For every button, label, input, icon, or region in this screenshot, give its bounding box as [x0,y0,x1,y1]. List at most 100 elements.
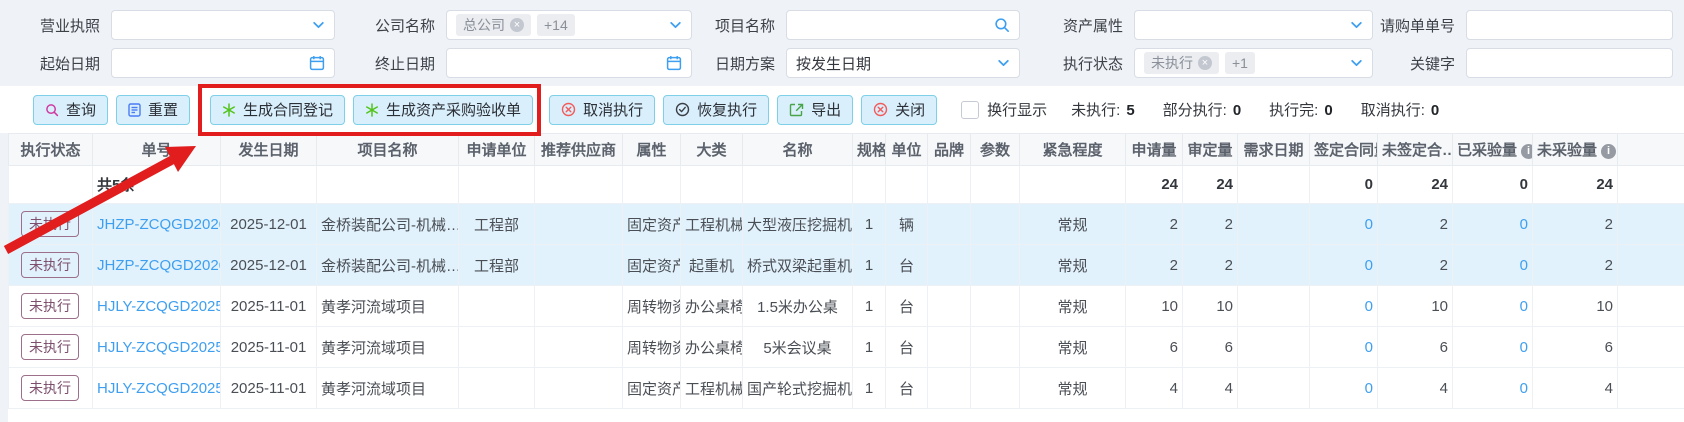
project-name-input[interactable] [786,10,1020,40]
column-header-date: 发生日期 [221,134,317,166]
cell-category: 办公桌椅 [681,327,743,368]
close-button[interactable]: 关闭 [861,95,937,125]
cell-category: 办公桌椅 [681,286,743,327]
cell-order_no: HJLY-ZCQGD20250000 [93,327,221,368]
export-icon [789,103,804,117]
cancel-execution-button[interactable]: 取消执行 [549,95,655,125]
exec-status-multiselect[interactable]: 未执行× +1 [1134,48,1373,78]
table-row[interactable]: 未执行HJLY-ZCQGD202500002025-11-01黄孝河流域项目固定… [9,368,1684,409]
business-license-label: 营业执照 [8,15,100,36]
table-row[interactable]: 未执行JHZP-ZCQGD20260002025-12-01金桥装配公司-机械…… [9,204,1684,245]
cell-brand [928,245,971,286]
table-row[interactable]: 未执行HJLY-ZCQGD202500002025-11-01黄孝河流域项目周转… [9,327,1684,368]
cell-uncontract_qty: 4 [1378,368,1453,409]
date-scheme-select[interactable]: 按发生日期 [786,48,1020,78]
export-button[interactable]: 导出 [777,95,853,125]
order-number-link[interactable]: HJLY-ZCQGD20250000 [97,380,221,397]
accepted_qty-link[interactable]: 0 [1520,298,1528,315]
status-badge: 未执行 [21,252,79,278]
cell-supplier [535,368,623,409]
summary-empty-cell [1020,166,1126,204]
cell-order_no: JHZP-ZCQGD2026000 [93,204,221,245]
accepted_qty-link[interactable]: 0 [1520,257,1528,274]
order-number-link[interactable]: JHZP-ZCQGD2026000 [97,257,221,274]
toolbar: 查询 重置 生成合同登记 生成资产采购验收单 取消执行 [0,86,1684,133]
chevron-down-icon [1350,57,1363,70]
cell-urgency: 常规 [1020,368,1126,409]
company-tag-text: 总公司 [463,15,505,35]
cell-attr: 固定资产 [623,204,681,245]
spacer-column [1618,134,1684,166]
cancel-execution-label: 取消执行 [583,99,643,120]
cell-category: 工程机械 [681,204,743,245]
column-header-brand: 品牌 [928,134,971,166]
cell-param [971,327,1020,368]
accepted_qty-link[interactable]: 0 [1520,380,1528,397]
order-number-link[interactable]: JHZP-ZCQGD2026000 [97,216,221,233]
cell-supplier [535,327,623,368]
contract_qty-link[interactable]: 0 [1365,298,1373,315]
table-row[interactable]: 未执行HJLY-ZCQGD202500002025-11-01黄孝河流域项目周转… [9,286,1684,327]
cell-brand [928,368,971,409]
column-header-contract_qty: 签定合同量 [1310,134,1378,166]
cell-name: 桥式双梁起重机 [743,245,853,286]
filter-field-asset-attribute: 资产属性 [1020,10,1373,40]
summary-empty-cell [886,166,928,204]
spacer-cell [1618,368,1684,409]
cell-unit: 台 [886,245,928,286]
asset-attribute-select[interactable] [1134,10,1373,40]
summary-empty-cell [853,166,886,204]
cell-date: 2025-11-01 [221,368,317,409]
cell-param [971,245,1020,286]
column-header-apply_qty: 申请量 [1126,134,1183,166]
generate-contract-registration-button[interactable]: 生成合同登记 [210,95,345,125]
filter-field-date-scheme: 日期方案 按发生日期 [692,48,1020,78]
column-header-attr: 属性 [623,134,681,166]
cell-category: 工程机械 [681,368,743,409]
cell-approved_qty: 10 [1183,286,1238,327]
filter-field-end-date: 终止日期 [335,48,692,78]
generate-asset-acceptance-button[interactable]: 生成资产采购验收单 [353,95,533,125]
search-icon[interactable] [994,17,1010,33]
query-button[interactable]: 查询 [33,95,108,125]
contract_qty-link[interactable]: 0 [1365,339,1373,356]
contract_qty-link[interactable]: 0 [1365,380,1373,397]
accepted_qty-link[interactable]: 0 [1520,339,1528,356]
cell-apply_qty: 6 [1126,327,1183,368]
cell-apply_unit: 工程部 [459,245,535,286]
summary-empty-cell [317,166,459,204]
order-number-link[interactable]: HJLY-ZCQGD20250000 [97,298,221,315]
query-button-label: 查询 [66,99,96,120]
reset-button[interactable]: 重置 [116,95,190,125]
cell-project: 黄孝河流域项目 [317,368,459,409]
summary-approved_qty: 24 [1183,166,1238,204]
wrap-display-label: 换行显示 [987,99,1047,120]
cell-spec: 1 [853,286,886,327]
requisition-no-input[interactable] [1466,10,1673,40]
remove-tag-icon[interactable]: × [510,18,524,32]
filter-panel: 营业执照 公司名称 总公司× +14 项目名称 [0,0,1684,86]
cell-apply_unit [459,368,535,409]
contract_qty-link[interactable]: 0 [1365,257,1373,274]
order-number-link[interactable]: HJLY-ZCQGD20250000 [97,339,221,356]
keyword-input[interactable] [1466,48,1673,78]
business-license-select[interactable] [111,10,335,40]
accepted_qty-link[interactable]: 0 [1520,216,1528,233]
stat-label: 部分执行: [1163,102,1227,119]
resume-execution-button[interactable]: 恢复执行 [663,95,769,125]
remove-tag-icon[interactable]: × [1198,56,1212,70]
cell-uncontract_qty: 6 [1378,327,1453,368]
spacer-cell [1618,166,1684,204]
stat-label: 未执行: [1071,102,1120,119]
cell-need_date [1238,368,1310,409]
status-badge: 未执行 [21,293,79,319]
asset-purchase-requisition-page: 营业执照 公司名称 总公司× +14 项目名称 [0,0,1684,422]
table-row[interactable]: 未执行JHZP-ZCQGD20260002025-12-01金桥装配公司-机械…… [9,245,1684,286]
cell-spec: 1 [853,327,886,368]
stat-not-executed: 未执行:5 [1071,99,1135,120]
company-name-multiselect[interactable]: 总公司× +14 [446,10,692,40]
start-date-input[interactable] [111,48,335,78]
end-date-input[interactable] [446,48,692,78]
wrap-display-checkbox[interactable] [961,101,979,119]
contract_qty-link[interactable]: 0 [1365,216,1373,233]
